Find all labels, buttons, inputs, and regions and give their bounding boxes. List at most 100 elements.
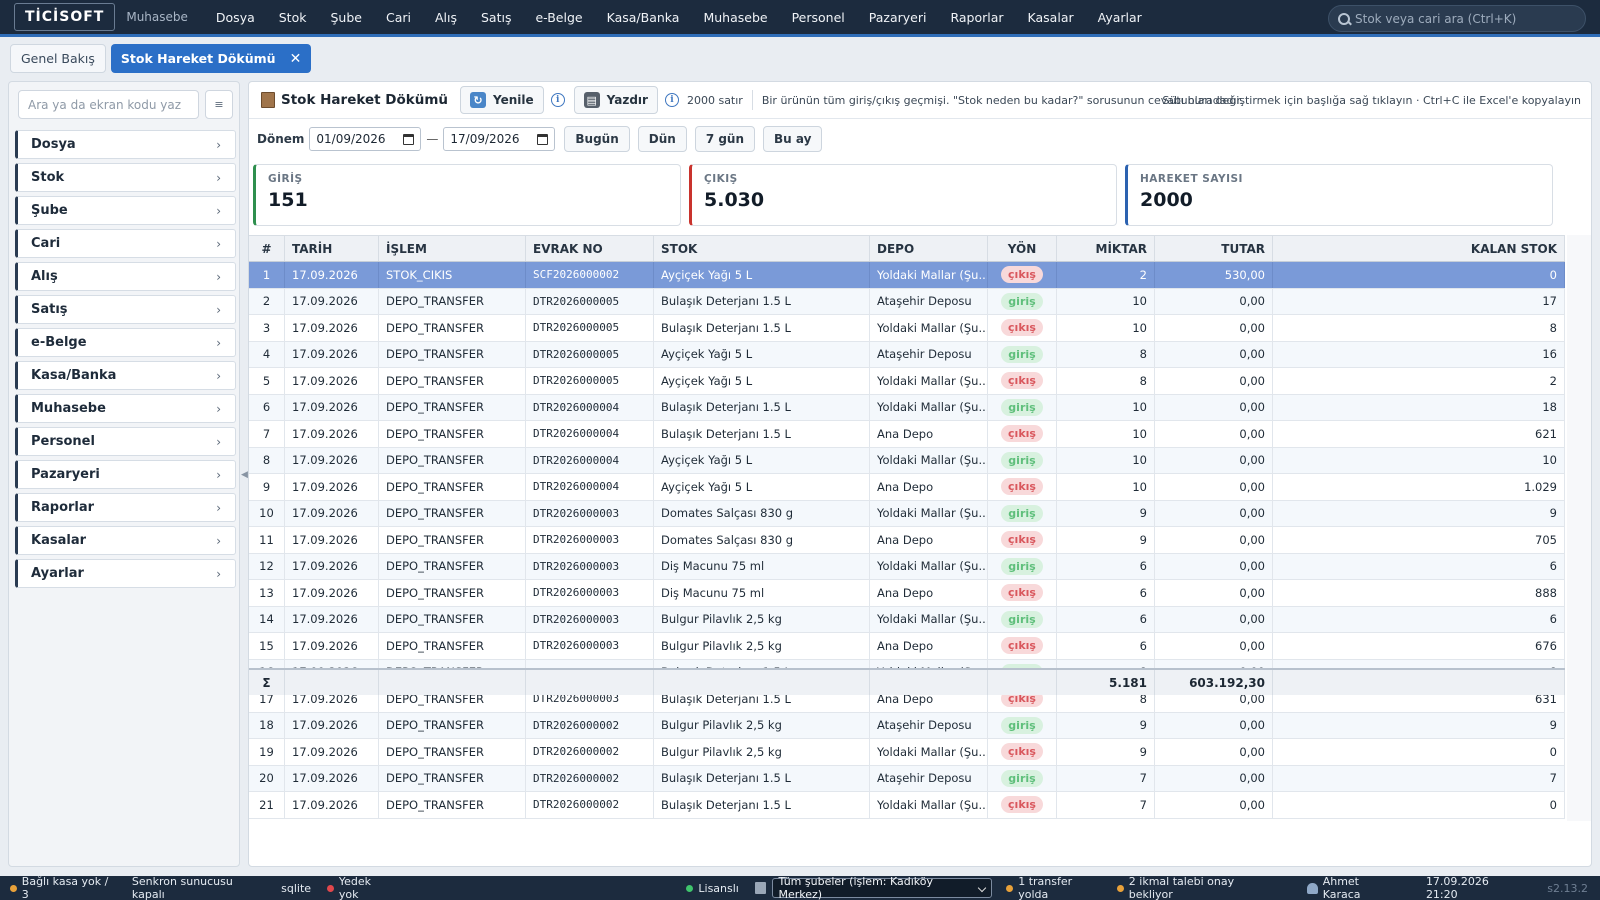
backup-status-text: Yedek yok [338, 875, 371, 900]
sync-status[interactable]: Senkron sunucusu kapalı [132, 875, 265, 900]
sidebar-item[interactable]: Raporlar › [15, 493, 236, 522]
supply-status[interactable]: 2 ikmal talebi onay bekliyor [1117, 875, 1277, 900]
end-date-field[interactable]: 17/09/2026 [443, 127, 556, 151]
global-search[interactable] [1328, 5, 1586, 32]
table-row[interactable]: 13 17.09.2026 DEPO_TRANSFER DTR2026000003 Di… [249, 580, 1565, 607]
table-row[interactable]: 18 17.09.2026 DEPO_TRANSFER DTR2026000002 Bu… [249, 712, 1565, 739]
close-icon[interactable]: ✕ [290, 51, 302, 67]
table-row[interactable]: 11 17.09.2026 DEPO_TRANSFER DTR2026000003 Do… [249, 527, 1565, 554]
col-document-no-header[interactable]: EVRAK NO [526, 236, 654, 261]
refresh-button[interactable]: ↻ Yenile [460, 86, 544, 114]
col-document-no-cell: DTR2026000004 [526, 447, 654, 473]
collapse-sidebar-icon[interactable]: ◀ [241, 470, 248, 480]
sidebar-item[interactable]: Kasa/Banka › [15, 361, 236, 390]
backup-status[interactable]: Yedek yok [327, 875, 392, 900]
table-row[interactable]: 5 17.09.2026 DEPO_TRANSFER DTR2026000005 Ayç… [249, 368, 1565, 395]
tab-overview[interactable]: Genel Bakış [10, 44, 106, 73]
stat-label: ÇIKIŞ [704, 173, 738, 185]
col-depot-cell: Yoldaki Mallar (Şu... [870, 739, 988, 765]
menu-item[interactable]: Alış [423, 0, 469, 34]
table-row[interactable]: 12 17.09.2026 DEPO_TRANSFER DTR2026000003 Di… [249, 553, 1565, 580]
sidebar-item[interactable]: e-Belge › [15, 328, 236, 357]
table-row[interactable]: 2 17.09.2026 DEPO_TRANSFER DTR2026000005 Bul… [249, 288, 1565, 315]
cash-status[interactable]: Bağlı kasa yok / 3 [10, 875, 116, 900]
col-amount-header[interactable]: TUTAR [1155, 236, 1273, 261]
menu-item[interactable]: Raporlar [938, 0, 1015, 34]
menu-item[interactable]: Muhasebe [691, 0, 779, 34]
menu-item[interactable]: Cari [374, 0, 423, 34]
sidebar-item[interactable]: Personel › [15, 427, 236, 456]
transfer-status[interactable]: 1 transfer yolda [1006, 875, 1103, 900]
today-button[interactable]: Bugün [564, 126, 630, 152]
this-month-button[interactable]: Bu ay [763, 126, 823, 152]
sidebar-search-input[interactable] [18, 90, 199, 119]
sidebar-item-label: Personel [31, 434, 95, 449]
sidebar-item[interactable]: Alış › [15, 262, 236, 291]
table-row[interactable]: 20 17.09.2026 DEPO_TRANSFER DTR2026000002 Bu… [249, 765, 1565, 792]
sidebar-item[interactable]: Dosya › [15, 130, 236, 159]
sidebar-item[interactable]: Muhasebe › [15, 394, 236, 423]
calendar-icon[interactable] [537, 133, 549, 145]
table-row[interactable]: 3 17.09.2026 DEPO_TRANSFER DTR2026000005 Bul… [249, 315, 1565, 342]
menu-item[interactable]: Şube [318, 0, 373, 34]
app-logo[interactable]: TİCİSOFT [14, 3, 116, 31]
yesterday-button[interactable]: Dün [637, 126, 687, 152]
transfer-status-text: 1 transfer yolda [1018, 875, 1073, 900]
col-date-header[interactable]: TARİH [285, 236, 379, 261]
table-row[interactable]: 6 17.09.2026 DEPO_TRANSFER DTR2026000004 Bul… [249, 394, 1565, 421]
sidebar-item-label: Raporlar [31, 500, 95, 515]
print-button[interactable]: ▤ Yazdır [573, 86, 658, 114]
table-row[interactable]: 1 17.09.2026 STOK_CIKIS SCF2026000002 Ayçiçe… [249, 262, 1565, 289]
table-row[interactable]: 7 17.09.2026 DEPO_TRANSFER DTR2026000004 Bul… [249, 421, 1565, 448]
branch-select[interactable]: Tüm şubeler (işlem: Kadıköy Merkez) [772, 875, 993, 900]
sidebar-item[interactable]: Pazaryeri › [15, 460, 236, 489]
global-search-input[interactable] [1355, 11, 1575, 26]
col-depot-header[interactable]: DEPO [870, 236, 988, 261]
branch-selector[interactable]: Tüm şubeler (işlem: Kadıköy Merkez) [754, 875, 993, 900]
menu-item[interactable]: Personel [780, 0, 857, 34]
col-operation-header[interactable]: İŞLEM [379, 236, 526, 261]
calendar-icon[interactable] [403, 133, 415, 145]
vertical-scrollbar[interactable] [1567, 235, 1591, 821]
info-icon[interactable]: i [550, 93, 565, 107]
menu-item[interactable]: Pazaryeri [857, 0, 939, 34]
col-quantity-header[interactable]: MİKTAR [1057, 236, 1155, 261]
start-date-field[interactable]: 01/09/2026 [309, 127, 422, 151]
col-direction-header[interactable]: YÖN [988, 236, 1057, 261]
direction-badge: çıkış [1001, 743, 1043, 761]
col-stock-cell: Ayçiçek Yağı 5 L [654, 474, 870, 500]
sidebar-item[interactable]: Stok › [15, 163, 236, 192]
menu-item[interactable]: Ayarlar [1086, 0, 1154, 34]
table-row[interactable]: 8 17.09.2026 DEPO_TRANSFER DTR2026000004 Ayç… [249, 447, 1565, 474]
sidebar-item[interactable]: Satış › [15, 295, 236, 324]
col-remaining-stock-header[interactable]: KALAN STOK [1273, 236, 1565, 261]
sidebar-item[interactable]: Ayarlar › [15, 559, 236, 588]
menu-item[interactable]: Kasalar [1016, 0, 1086, 34]
col-amount-cell: 0,00 [1155, 341, 1273, 367]
menu-item[interactable]: Dosya [204, 0, 267, 34]
menu-item[interactable]: Kasa/Banka [595, 0, 692, 34]
table-row[interactable]: 15 17.09.2026 DEPO_TRANSFER DTR2026000003 Bu… [249, 633, 1565, 660]
sidebar-item[interactable]: Kasalar › [15, 526, 236, 555]
table-row[interactable]: 9 17.09.2026 DEPO_TRANSFER DTR2026000004 Ayç… [249, 474, 1565, 501]
info-icon[interactable]: i [664, 93, 679, 107]
menu-item[interactable]: e-Belge [523, 0, 594, 34]
user-info[interactable]: Ahmet Karaca [1307, 875, 1398, 900]
sidebar-item[interactable]: Şube › [15, 196, 236, 225]
menu-item[interactable]: Stok [267, 0, 319, 34]
menu-item[interactable]: Satış [469, 0, 523, 34]
tab-stock-movements[interactable]: Stok Hareket Dökümü ✕ [110, 44, 312, 73]
table-row[interactable]: 21 17.09.2026 DEPO_TRANSFER DTR2026000002 Bu… [249, 792, 1565, 819]
menu-toggle-icon[interactable]: ≡ [205, 90, 233, 119]
table-row[interactable]: 14 17.09.2026 DEPO_TRANSFER DTR2026000003 Bu… [249, 606, 1565, 633]
last-7-days-button[interactable]: 7 gün [694, 126, 756, 152]
table-row[interactable]: 19 17.09.2026 DEPO_TRANSFER DTR2026000002 Bu… [249, 739, 1565, 766]
sidebar-item[interactable]: Cari › [15, 229, 236, 258]
col-stock-header[interactable]: STOK [654, 236, 870, 261]
col-quantity-cell: 8 [1057, 368, 1155, 394]
table-row[interactable]: 10 17.09.2026 DEPO_TRANSFER DTR2026000003 Do… [249, 500, 1565, 527]
chevron-right-icon: › [216, 203, 221, 218]
col-index-header[interactable]: # [249, 236, 285, 261]
direction-badge: çıkış [1001, 531, 1043, 549]
table-row[interactable]: 4 17.09.2026 DEPO_TRANSFER DTR2026000005 Ayç… [249, 341, 1565, 368]
